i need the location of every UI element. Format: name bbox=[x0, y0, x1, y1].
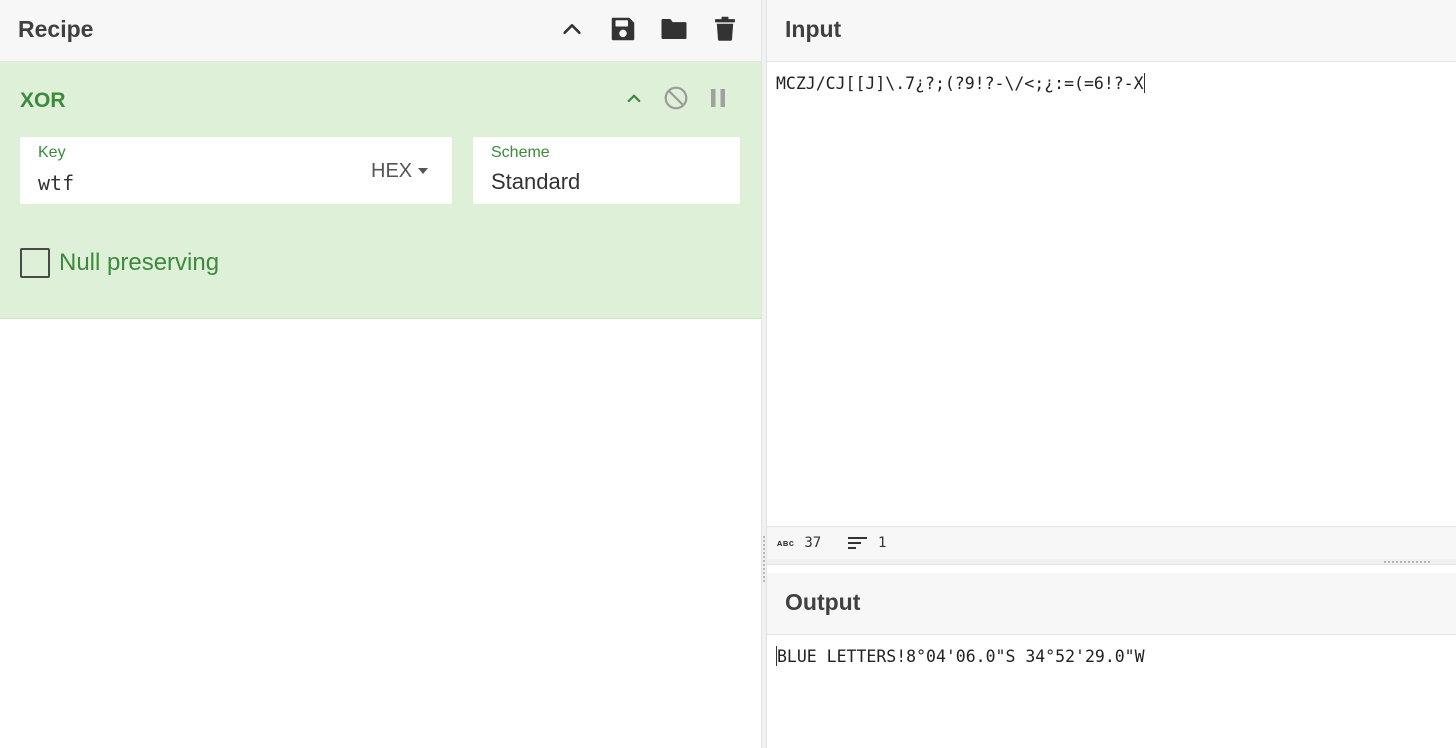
char-count-stat: ᴀʙᴄ 37 bbox=[777, 535, 821, 551]
output-panel: Output BLUE LETTERS!8°04'06.0"S 34°52'29… bbox=[767, 573, 1456, 748]
caret-down-icon bbox=[418, 168, 429, 174]
resize-grip-icon bbox=[1383, 560, 1431, 564]
collapse-all-button[interactable] bbox=[552, 9, 592, 49]
save-icon bbox=[611, 17, 635, 41]
load-recipe-button[interactable] bbox=[654, 9, 694, 49]
scheme-label: Scheme bbox=[491, 144, 550, 161]
text-cursor bbox=[1143, 73, 1145, 93]
char-count: 37 bbox=[804, 535, 822, 551]
horizontal-resizer[interactable] bbox=[767, 559, 1456, 565]
pause-icon bbox=[711, 89, 725, 107]
recipe-header: Recipe bbox=[0, 0, 761, 62]
key-format-value: HEX bbox=[371, 159, 413, 182]
clear-recipe-button[interactable] bbox=[705, 9, 745, 49]
save-recipe-button[interactable] bbox=[603, 9, 643, 49]
chevron-up-icon bbox=[563, 24, 581, 34]
key-field: Key HEX bbox=[20, 137, 452, 204]
line-count: 1 bbox=[878, 535, 887, 551]
input-textarea[interactable]: MCZJ/CJ[[J]\.7¿?;(?9!?-\/<;¿:=(=6!?-X bbox=[776, 73, 1145, 93]
chevron-up-icon bbox=[627, 94, 641, 103]
input-text: MCZJ/CJ[[J]\.7¿?;(?9!?-\/<;¿:=(=6!?-X bbox=[776, 74, 1144, 93]
lines-icon bbox=[848, 537, 867, 549]
input-header: Input bbox=[767, 0, 1456, 62]
disable-operation-button[interactable] bbox=[660, 82, 692, 114]
input-panel: Input MCZJ/CJ[[J]\.7¿?;(?9!?-\/<;¿:=(=6!… bbox=[767, 0, 1456, 559]
output-textarea[interactable]: BLUE LETTERS!8°04'06.0"S 34°52'29.0"W bbox=[776, 646, 1145, 666]
trash-icon bbox=[715, 16, 735, 41]
output-header: Output bbox=[767, 573, 1456, 635]
operation-title: XOR bbox=[20, 89, 66, 112]
input-title: Input bbox=[785, 16, 842, 42]
null-preserving-option[interactable]: Null preserving bbox=[20, 248, 219, 278]
breakpoint-button[interactable] bbox=[702, 82, 734, 114]
key-input[interactable] bbox=[38, 171, 338, 195]
resize-grip-icon bbox=[762, 535, 766, 583]
key-label: Key bbox=[38, 144, 66, 161]
key-format-dropdown[interactable]: HEX bbox=[371, 159, 429, 183]
collapse-operation-button[interactable] bbox=[618, 82, 650, 114]
line-count-stat: 1 bbox=[848, 535, 886, 551]
abc-icon: ᴀʙᴄ bbox=[777, 538, 795, 548]
input-status-bar: ᴀʙᴄ 37 1 bbox=[767, 526, 1456, 559]
recipe-panel: Recipe XOR Key HEX bbox=[0, 0, 761, 748]
scheme-select-value[interactable]: Standard bbox=[491, 169, 580, 195]
output-title: Output bbox=[785, 589, 861, 615]
scheme-field[interactable]: Scheme Standard bbox=[473, 137, 740, 204]
recipe-title: Recipe bbox=[18, 16, 94, 42]
operation-card-xor: XOR Key HEX Scheme Standard Null preserv… bbox=[0, 62, 761, 319]
folder-icon bbox=[661, 19, 687, 39]
null-preserving-checkbox[interactable] bbox=[20, 248, 50, 278]
disable-icon bbox=[664, 86, 688, 110]
null-preserving-label: Null preserving bbox=[59, 249, 220, 276]
output-text: BLUE LETTERS!8°04'06.0"S 34°52'29.0"W bbox=[777, 647, 1145, 666]
